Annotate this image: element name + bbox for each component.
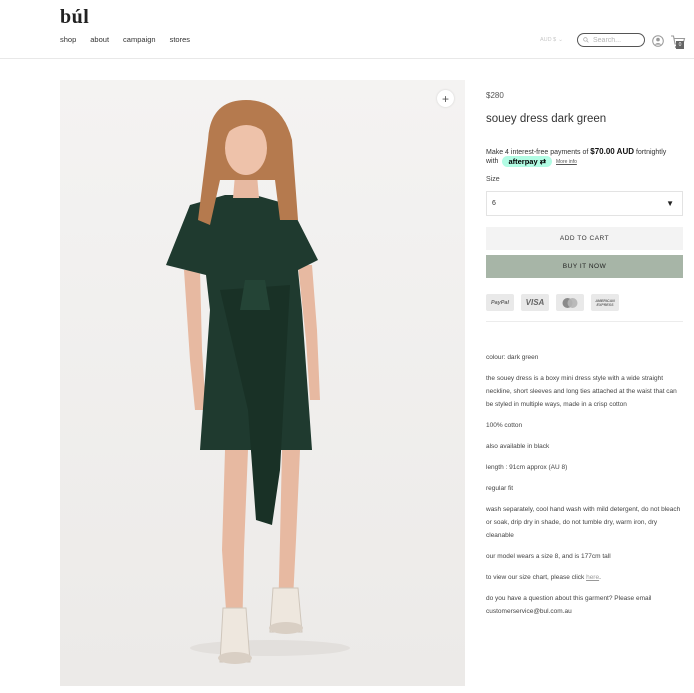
nav-shop[interactable]: shop xyxy=(60,35,76,44)
desc-care: wash separately, cool hand wash with mil… xyxy=(486,506,681,539)
size-select[interactable]: 6 ▼ xyxy=(486,191,683,216)
afterpay-brand: afterpay xyxy=(508,157,538,166)
plus-icon: + xyxy=(441,91,449,106)
nav-about[interactable]: about xyxy=(90,35,109,44)
product-description: colour: dark green the souey dress is a … xyxy=(486,351,684,626)
nav-campaign[interactable]: campaign xyxy=(123,35,156,44)
desc-body: the souey dress is a boxy mini dress sty… xyxy=(486,375,677,408)
buy-it-now-button[interactable]: BUY IT NOW xyxy=(486,255,683,278)
size-selected-value: 6 xyxy=(492,200,496,207)
payment-icons: PayPal VISA AMERICAN EXPRESS xyxy=(486,294,619,311)
desc-question: do you have a question about this garmen… xyxy=(486,595,652,615)
afterpay-with: with xyxy=(486,158,499,165)
afterpay-arrows-icon: ⇄ xyxy=(537,157,547,166)
product-title: souey dress dark green xyxy=(486,113,607,125)
product-image[interactable] xyxy=(60,80,465,686)
product-price: $280 xyxy=(486,91,504,100)
afterpay-more-info-link[interactable]: More info xyxy=(556,159,577,165)
account-icon[interactable] xyxy=(652,35,664,47)
desc-colour: colour: dark green xyxy=(486,354,539,361)
site-header: búl shop about campaign stores AUD $ ⌄ 0 xyxy=(0,0,694,59)
search-icon xyxy=(583,37,589,43)
desc-fit: regular fit xyxy=(486,485,514,492)
model-in-dress-illustration xyxy=(60,80,465,686)
afterpay-message: Make 4 interest-free payments of $70.00 … xyxy=(486,147,666,156)
amex-icon: AMERICAN EXPRESS xyxy=(591,294,619,311)
mastercard-icon xyxy=(556,294,584,311)
section-divider xyxy=(486,321,683,322)
afterpay-row: with afterpay ⇄ More info xyxy=(486,156,577,167)
desc-size-chart: to view our size chart, please click her… xyxy=(486,571,684,584)
size-chart-link[interactable]: here xyxy=(586,574,599,581)
chevron-down-icon: ⌄ xyxy=(558,37,563,43)
add-to-cart-button[interactable]: ADD TO CART xyxy=(486,227,683,250)
afterpay-prefix: Make 4 interest-free payments of xyxy=(486,149,591,156)
caret-down-icon: ▼ xyxy=(666,199,674,208)
size-chart-suffix: . xyxy=(599,574,601,581)
paypal-icon: PayPal xyxy=(486,294,514,311)
desc-fabric: 100% cotton xyxy=(486,422,523,429)
cart-count-badge: 0 xyxy=(676,41,684,49)
desc-also-available: also available in black xyxy=(486,443,550,450)
zoom-button[interactable]: + xyxy=(437,90,454,107)
visa-icon: VISA xyxy=(521,294,549,311)
brand-logo[interactable]: búl xyxy=(60,6,89,29)
main-nav: shop about campaign stores xyxy=(60,35,190,44)
mastercard-circles xyxy=(562,297,578,308)
currency-label: AUD $ xyxy=(540,37,557,43)
size-label: Size xyxy=(486,176,500,183)
size-chart-prefix: to view our size chart, please click xyxy=(486,574,587,581)
afterpay-amount: $70.00 AUD xyxy=(590,147,635,156)
desc-model: our model wears a size 8, and is 177cm t… xyxy=(486,553,611,560)
currency-selector[interactable]: AUD $ ⌄ xyxy=(540,37,563,43)
search-input[interactable] xyxy=(593,36,637,44)
search-box[interactable] xyxy=(577,33,645,47)
afterpay-logo: afterpay ⇄ xyxy=(502,156,553,167)
afterpay-suffix: fortnightly xyxy=(634,149,667,156)
nav-stores[interactable]: stores xyxy=(170,35,190,44)
desc-length: length : 91cm approx (AU 8) xyxy=(486,464,568,471)
